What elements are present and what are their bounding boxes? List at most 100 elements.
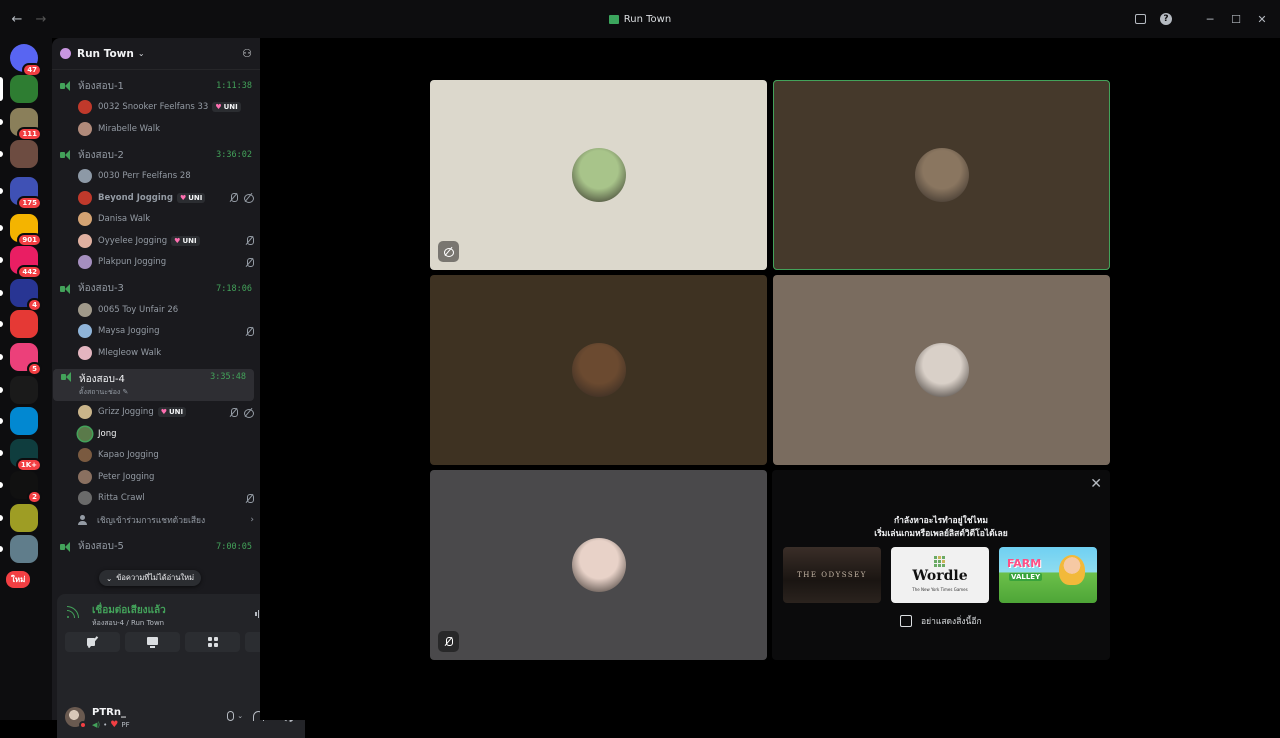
dont-show-again-checkbox[interactable] [900,615,912,627]
voice-user-name: Plakpun Jogging [98,257,167,267]
participant-tile[interactable] [430,80,767,270]
help-icon[interactable]: ? [1160,13,1172,25]
mic-muted-icon [245,493,254,503]
voice-user-name: Beyond Jogging [98,192,173,203]
participant-tile[interactable] [430,470,767,660]
add-member-icon[interactable]: ⚇ [242,47,252,60]
voice-channel[interactable]: ห้องสอบ-5 7:00:05 [52,537,260,557]
server-icon-s11[interactable] [0,376,38,404]
forward-arrow-icon[interactable]: → [34,12,48,27]
voice-user[interactable]: Danisa Walk [78,210,254,228]
server-icon-dm[interactable]: 47 [10,44,42,77]
server-avatar [10,407,38,435]
guild-tag-badge[interactable]: ♥ UNI [171,235,200,246]
activities-button[interactable] [185,632,240,652]
participant-tile[interactable] [773,275,1110,465]
server-icon-s13[interactable]: 1K+ [0,439,42,472]
server-icon-s9[interactable] [0,310,38,338]
voice-channel[interactable]: ห้องสอบ-3 7:18:06 [52,279,260,299]
voice-user[interactable]: 0032 Snooker Feelfans 33 ♥ UNI [78,98,254,116]
server-avatar [10,535,38,563]
signal-icon[interactable] [67,606,79,618]
voice-user[interactable]: Maysa Jogging [78,322,254,340]
voice-user[interactable]: Mirabelle Walk [78,120,254,138]
chevron-down-icon[interactable]: ⌄ [237,712,243,720]
mention-badge: 5 [27,362,42,376]
camera-button[interactable] [65,632,120,652]
server-icon-s14[interactable]: 2 [0,471,42,504]
participant-tile[interactable] [773,80,1110,270]
status-dot [79,721,87,729]
voice-user[interactable]: Beyond Jogging ♥ UNI [78,189,254,207]
channel-name: ห้องสอบ-5 [78,541,124,552]
game-title: THE ODYSSEY [797,571,867,579]
new-badge[interactable]: ใหม่ [6,571,31,588]
server-rail: 47 111 175 901 442 4 5 1K+ 2 ใหม่ [0,38,52,720]
server-icon-s15[interactable] [0,504,38,532]
voice-channel[interactable]: ห้องสอบ-2 3:36:02 [52,145,260,165]
server-icon-s8[interactable]: 4 [0,279,42,312]
voice-channel[interactable]: ห้องสอบ-1 1:11:38 [52,76,260,96]
voice-user-name: Mirabelle Walk [98,123,161,134]
user-state-icons [245,493,254,503]
channel-status[interactable]: ตั้งสถานะช่อง ✎ [79,387,128,398]
unread-indicator [0,546,3,552]
channel-name: ห้องสอบ-1 [78,80,124,92]
server-icon-s12[interactable] [0,407,38,435]
server-icon-s6[interactable]: 901 [0,214,42,247]
voice-user-name: Danisa Walk [98,214,151,224]
participant-tile[interactable] [430,275,767,465]
guild-tag-badge[interactable]: ♥ UNI [176,192,206,203]
game-card-wordle[interactable]: Wordle The New York Times Games [891,547,989,603]
voice-channel[interactable]: ห้องสอบ-4 3:35:48 ตั้งสถานะช่อง ✎ [53,369,254,401]
channel-name: ห้องสอบ-3 [78,283,124,294]
back-arrow-icon[interactable]: ← [10,12,24,27]
server-icon-s7[interactable]: 442 [0,246,42,279]
voice-user[interactable]: Peter Jogging [78,468,254,486]
invite-to-voice-row[interactable]: เชิญเข้าร่วมการแชทด้วยเสียง › [78,511,254,529]
voice-user[interactable]: Kapao Jogging [78,446,254,464]
voice-user[interactable]: Plakpun Jogging [78,253,254,271]
game-title: Wordle [912,568,968,584]
checkbox-label[interactable]: อย่าแสดงสิ่งนี้อีก [921,614,982,628]
inbox-icon[interactable] [1134,13,1146,25]
server-icon-s5[interactable]: 175 [0,177,42,210]
server-icon-runtown[interactable] [0,75,38,103]
close-window-icon[interactable]: ✕ [1256,13,1268,26]
unread-messages-pill[interactable]: ⌄ ข้อความที่ไม่ได้อ่านใหม่ [99,570,202,586]
voice-user[interactable]: Grizz Jogging ♥ UNI [78,403,254,421]
server-icon-s4[interactable] [0,140,38,168]
heart-icon: ♥ [174,236,181,245]
user-state-icons [245,257,254,267]
voice-status[interactable]: เชื่อมต่อเสียงแล้ว [92,603,166,618]
guild-tag-badge[interactable]: ♥ UNI [157,407,187,417]
speaker-icon [61,372,72,382]
voice-user[interactable]: 0065 Toy Unfair 26 [78,301,254,319]
close-icon[interactable]: ✕ [1090,476,1102,492]
user-state-icons [229,407,254,418]
voice-user[interactable]: Jong [78,425,254,443]
game-card-farm-valley[interactable]: FARM VALLEY [999,547,1097,603]
guild-tag-badge[interactable]: ♥ UNI [212,102,241,112]
user-tag: PF [121,721,130,729]
server-icon-s16[interactable] [0,535,38,563]
server-icon-s10[interactable]: 5 [0,343,42,376]
unread-indicator [0,257,3,263]
voice-user[interactable]: Ritta Crawl [78,489,254,507]
server-icon-s3[interactable]: 111 [0,108,42,141]
voice-user[interactable]: Oyyelee Jogging ♥ UNI [78,232,254,250]
unread-indicator [0,151,3,157]
screen-share-button[interactable] [125,632,180,652]
game-card-odyssey[interactable]: THE ODYSSEY [783,547,881,603]
voice-user[interactable]: 0030 Perr Feelfans 28 [78,167,254,185]
unread-indicator [0,387,3,393]
guild-header[interactable]: Run Town ⌄ ⚇ [52,38,260,70]
maximize-icon[interactable]: ☐ [1230,13,1242,26]
voice-user[interactable]: Mlegleow Walk [78,344,254,362]
guild-tag-label: UNI [188,193,203,202]
voice-location[interactable]: ห้องสอบ-4 / Run Town [92,618,164,629]
minimize-icon[interactable]: ─ [1204,13,1216,26]
username[interactable]: PTRn_ [92,707,126,718]
unread-indicator [0,482,3,488]
speaker-icon: ◀) [92,721,101,729]
